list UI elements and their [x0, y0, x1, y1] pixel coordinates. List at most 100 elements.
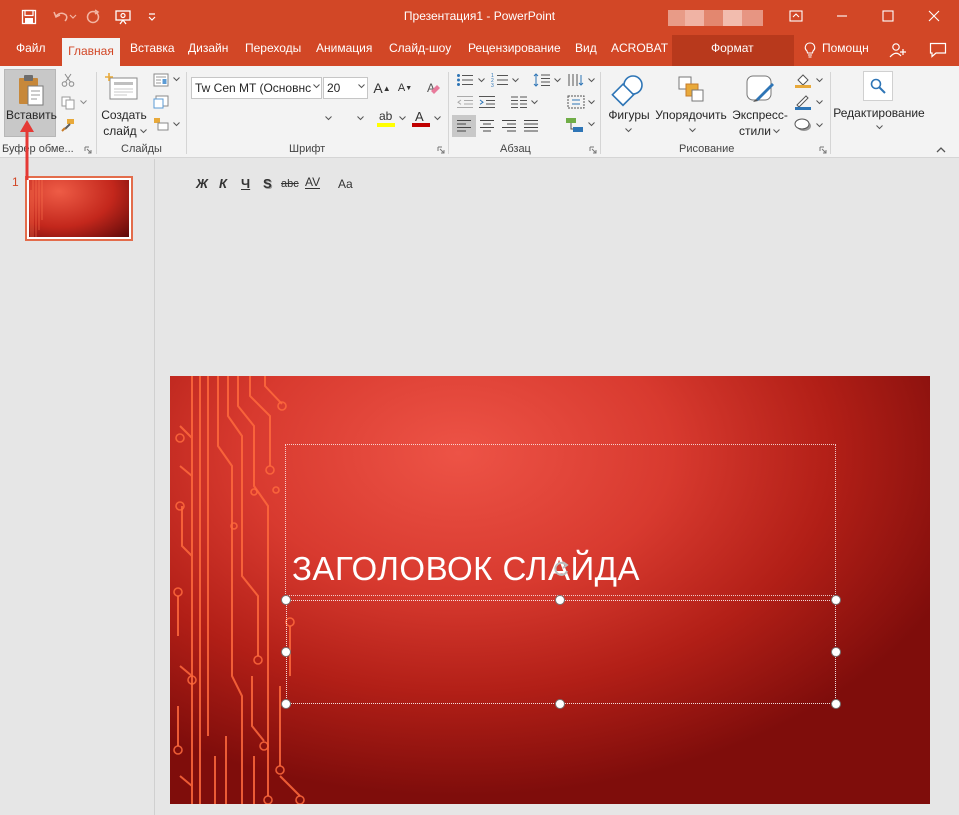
- tab-home[interactable]: Главная: [62, 38, 120, 66]
- minimize-icon[interactable]: [819, 0, 865, 32]
- resize-handle-bl[interactable]: [281, 699, 291, 709]
- font-color-icon[interactable]: A: [411, 108, 431, 128]
- new-slide-dropdown-icon[interactable]: [139, 128, 147, 134]
- new-slide-label-2[interactable]: слайд: [101, 124, 139, 138]
- spacing-dropdown-icon[interactable]: [324, 115, 332, 121]
- justify-icon[interactable]: [520, 115, 542, 137]
- tab-design[interactable]: Дизайн: [188, 41, 228, 55]
- find-icon[interactable]: [863, 71, 893, 101]
- tab-view[interactable]: Вид: [575, 41, 597, 55]
- clear-formatting-icon[interactable]: A: [425, 79, 443, 97]
- increase-indent-icon[interactable]: [477, 94, 497, 110]
- paragraph-launcher-icon[interactable]: [589, 146, 597, 154]
- shadow-button[interactable]: S: [263, 176, 272, 191]
- slide-title-text[interactable]: ЗАГОЛОВОК СЛАЙДА: [292, 550, 640, 588]
- quick-styles-dropdown-icon[interactable]: [772, 128, 780, 134]
- font-launcher-icon[interactable]: [437, 146, 445, 154]
- slide-thumbnail[interactable]: [25, 176, 133, 241]
- section-icon[interactable]: [152, 116, 170, 132]
- shape-effects-icon[interactable]: [793, 116, 813, 134]
- align-text-icon[interactable]: [566, 94, 586, 110]
- editing-dropdown-icon[interactable]: [875, 124, 883, 130]
- layout-dropdown-icon[interactable]: [172, 76, 180, 82]
- line-spacing-dropdown-icon[interactable]: [553, 77, 561, 83]
- cut-icon[interactable]: [60, 72, 76, 88]
- tab-file[interactable]: Файл: [16, 41, 46, 55]
- smartart-icon[interactable]: [564, 116, 586, 134]
- drawing-launcher-icon[interactable]: [819, 146, 827, 154]
- align-left-icon[interactable]: [452, 115, 476, 137]
- lightbulb-icon[interactable]: [803, 41, 817, 59]
- subtitle-placeholder[interactable]: [286, 600, 836, 704]
- copy-icon[interactable]: [60, 95, 76, 111]
- numbering-icon[interactable]: 123: [490, 72, 510, 88]
- tell-me-search[interactable]: Помощн: [822, 41, 869, 55]
- account-name-blurred[interactable]: [668, 10, 763, 26]
- format-painter-icon[interactable]: [60, 117, 76, 133]
- shapes-dropdown-icon[interactable]: [624, 127, 632, 133]
- reset-icon[interactable]: [152, 94, 170, 110]
- smartart-dropdown-icon[interactable]: [587, 121, 595, 127]
- line-spacing-icon[interactable]: [532, 72, 552, 88]
- resize-handle-b[interactable]: [555, 699, 565, 709]
- decrease-indent-icon[interactable]: [455, 94, 475, 110]
- font-name-dropdown[interactable]: Tw Cen MT (Основнс: [191, 77, 322, 99]
- align-right-icon[interactable]: [498, 115, 520, 137]
- underline-button[interactable]: Ч: [241, 176, 250, 191]
- close-icon[interactable]: [911, 0, 957, 32]
- new-slide-icon[interactable]: [104, 72, 142, 104]
- shape-fill-icon[interactable]: [793, 71, 813, 89]
- resize-handle-tl[interactable]: [281, 595, 291, 605]
- collapse-ribbon-icon[interactable]: [935, 144, 947, 154]
- arrange-icon[interactable]: [674, 72, 708, 106]
- tab-insert[interactable]: Вставка: [130, 41, 175, 55]
- columns-dropdown-icon[interactable]: [530, 99, 538, 105]
- rotate-handle-icon[interactable]: [551, 559, 571, 579]
- resize-handle-r[interactable]: [831, 647, 841, 657]
- comments-icon[interactable]: [928, 41, 948, 59]
- arrange-label[interactable]: Упорядочить: [654, 108, 728, 122]
- bullets-icon[interactable]: [455, 72, 475, 88]
- resize-handle-t[interactable]: [555, 595, 565, 605]
- tab-transitions[interactable]: Переходы: [245, 41, 301, 55]
- clipboard-launcher-icon[interactable]: [84, 146, 92, 154]
- tab-review[interactable]: Рецензирование: [468, 41, 561, 55]
- resize-handle-l[interactable]: [281, 647, 291, 657]
- columns-icon[interactable]: [509, 94, 529, 110]
- change-case-button[interactable]: Aa: [338, 177, 353, 191]
- resize-handle-tr[interactable]: [831, 595, 841, 605]
- shape-outline-icon[interactable]: [793, 93, 813, 111]
- bold-button[interactable]: Ж: [196, 176, 208, 191]
- quick-styles-label-2[interactable]: стили: [738, 124, 772, 138]
- tab-slideshow[interactable]: Слайд-шоу: [389, 41, 451, 55]
- tab-format[interactable]: Формат: [711, 41, 754, 55]
- text-direction-icon[interactable]: [566, 72, 586, 88]
- resize-handle-br[interactable]: [831, 699, 841, 709]
- highlight-icon[interactable]: ab: [376, 108, 396, 128]
- quick-styles-label-1[interactable]: Экспресс-: [730, 108, 790, 122]
- case-dropdown-icon[interactable]: [356, 115, 364, 121]
- shapes-label[interactable]: Фигуры: [606, 108, 652, 122]
- new-slide-label-1[interactable]: Создать: [101, 108, 147, 122]
- maximize-icon[interactable]: [865, 0, 911, 32]
- layout-icon[interactable]: [152, 72, 170, 88]
- copy-dropdown-icon[interactable]: [78, 97, 88, 107]
- shrink-font-button[interactable]: A ▼: [397, 80, 413, 96]
- align-text-dropdown-icon[interactable]: [587, 99, 595, 105]
- arrange-dropdown-icon[interactable]: [688, 127, 696, 133]
- italic-button[interactable]: К: [219, 176, 227, 191]
- tab-animations[interactable]: Анимация: [316, 41, 372, 55]
- align-center-icon[interactable]: [476, 115, 498, 137]
- font-name-dropdown-icon[interactable]: [312, 82, 321, 90]
- tab-acrobat[interactable]: ACROBAT: [611, 41, 668, 55]
- char-spacing-button[interactable]: AV: [305, 176, 321, 189]
- quick-styles-icon[interactable]: [743, 72, 777, 106]
- strikethrough-button[interactable]: abc: [281, 178, 299, 190]
- bullets-dropdown-icon[interactable]: [477, 77, 485, 83]
- font-color-dropdown-icon[interactable]: [433, 115, 441, 121]
- editing-label[interactable]: Редактирование: [833, 106, 925, 120]
- numbering-dropdown-icon[interactable]: [511, 77, 519, 83]
- ribbon-display-icon[interactable]: [773, 0, 819, 32]
- highlight-dropdown-icon[interactable]: [398, 115, 406, 121]
- shape-fill-dropdown-icon[interactable]: [815, 77, 823, 83]
